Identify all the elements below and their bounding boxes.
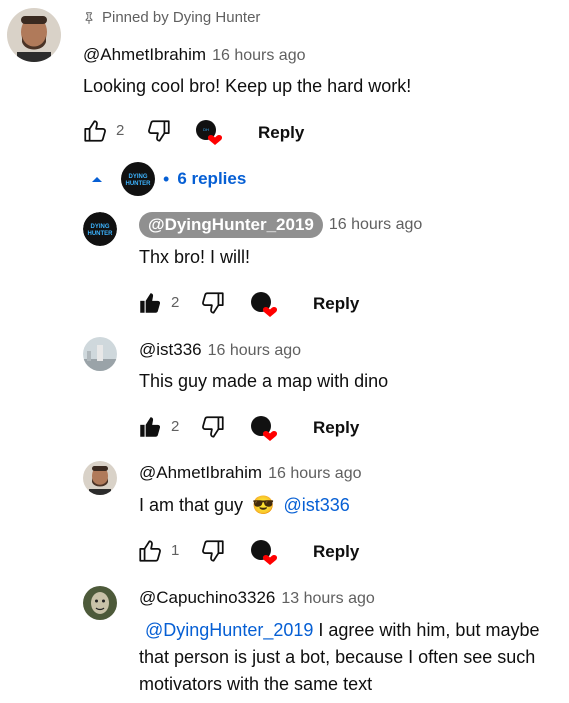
timestamp[interactable]: 13 hours ago — [281, 590, 374, 607]
comment-text: @DyingHunter_2019 I agree with him, but … — [139, 617, 564, 698]
like-count: 2 — [171, 418, 180, 435]
svg-text:DH: DH — [203, 127, 209, 132]
reply-button[interactable]: Reply — [258, 123, 304, 143]
mention-link[interactable]: @ist336 — [284, 495, 350, 515]
channel-avatar-text-bottom: HUNTER — [88, 231, 114, 237]
pinned-indicator: Pinned by Dying Hunter — [82, 9, 260, 26]
like-count: 1 — [171, 542, 180, 559]
comment-header: @AhmetIbrahim 16 hours ago — [139, 463, 361, 483]
dislike-button[interactable] — [200, 538, 226, 564]
comment-header: @DyingHunter_2019 16 hours ago — [139, 212, 422, 238]
owner-handle-badge[interactable]: @DyingHunter_2019 — [139, 212, 323, 238]
like-button[interactable] — [82, 118, 108, 144]
comment-header: @Capuchino3326 13 hours ago — [139, 588, 375, 608]
like-button[interactable] — [137, 538, 163, 564]
reply-button[interactable]: Reply — [313, 418, 359, 438]
channel-avatar: DYING HUNTER — [121, 162, 155, 196]
comment-text-line: @DyingHunter_2019 I agree with him, but … — [139, 617, 564, 644]
like-button[interactable] — [137, 414, 163, 440]
timestamp[interactable]: 16 hours ago — [212, 47, 305, 64]
dislike-button[interactable] — [200, 290, 226, 316]
author-handle[interactable]: @AhmetIbrahim — [83, 45, 206, 64]
chevron-up-icon — [88, 170, 106, 188]
avatar[interactable] — [83, 586, 117, 620]
channel-avatar-text-bottom: HUNTER — [126, 181, 152, 187]
author-handle[interactable]: @ist336 — [139, 340, 202, 359]
timestamp[interactable]: 16 hours ago — [268, 465, 361, 482]
creator-heart-icon: DH — [195, 119, 223, 147]
sunglasses-emoji-icon: 😎 — [252, 495, 275, 515]
comment-text: This guy made a map with dino — [139, 371, 389, 391]
like-count: 2 — [116, 122, 125, 139]
dislike-button[interactable] — [200, 414, 226, 440]
creator-heart-icon — [250, 291, 278, 319]
avatar[interactable] — [83, 461, 117, 495]
comment-text: Thx bro! I will! — [139, 247, 251, 267]
like-count: 2 — [171, 294, 180, 311]
author-handle[interactable]: @Capuchino3326 — [139, 588, 275, 607]
timestamp[interactable]: 16 hours ago — [208, 342, 301, 359]
comment-text: I am that guy 😎 @ist336 — [139, 492, 350, 519]
avatar[interactable] — [83, 337, 117, 371]
reply-button[interactable]: Reply — [313, 294, 359, 314]
replies-toggle[interactable]: DYING HUNTER • 6 replies — [88, 162, 246, 196]
comment-text-line-2: that person is just a bot, because I oft… — [139, 647, 536, 667]
comment-header: @ist336 16 hours ago — [139, 340, 301, 360]
comment-text-body: I am that guy — [139, 495, 244, 515]
comment-text-line-1: I agree with him, but maybe — [313, 620, 540, 640]
pinned-label: Pinned by Dying Hunter — [102, 9, 261, 26]
channel-avatar-text-top: DYING — [128, 174, 147, 180]
author-handle[interactable]: @AhmetIbrahim — [139, 463, 262, 482]
creator-heart-icon — [250, 415, 278, 443]
comment-text-line-3: motivators with the same text — [139, 674, 373, 694]
like-button[interactable] — [137, 290, 163, 316]
replies-label: 6 replies — [177, 169, 247, 188]
channel-avatar-text-top: DYING — [90, 224, 109, 230]
avatar[interactable]: DYING HUNTER — [83, 212, 117, 246]
mention-link[interactable]: @DyingHunter_2019 — [145, 620, 313, 640]
comment-header: @AhmetIbrahim 16 hours ago — [83, 45, 305, 65]
comment-text: Looking cool bro! Keep up the hard work! — [83, 76, 412, 96]
dislike-button[interactable] — [146, 118, 172, 144]
replies-dot: • — [163, 168, 170, 189]
pin-icon — [82, 11, 96, 25]
timestamp[interactable]: 16 hours ago — [329, 216, 422, 234]
avatar[interactable] — [7, 8, 61, 62]
reply-button[interactable]: Reply — [313, 542, 359, 562]
creator-heart-icon — [250, 539, 278, 567]
